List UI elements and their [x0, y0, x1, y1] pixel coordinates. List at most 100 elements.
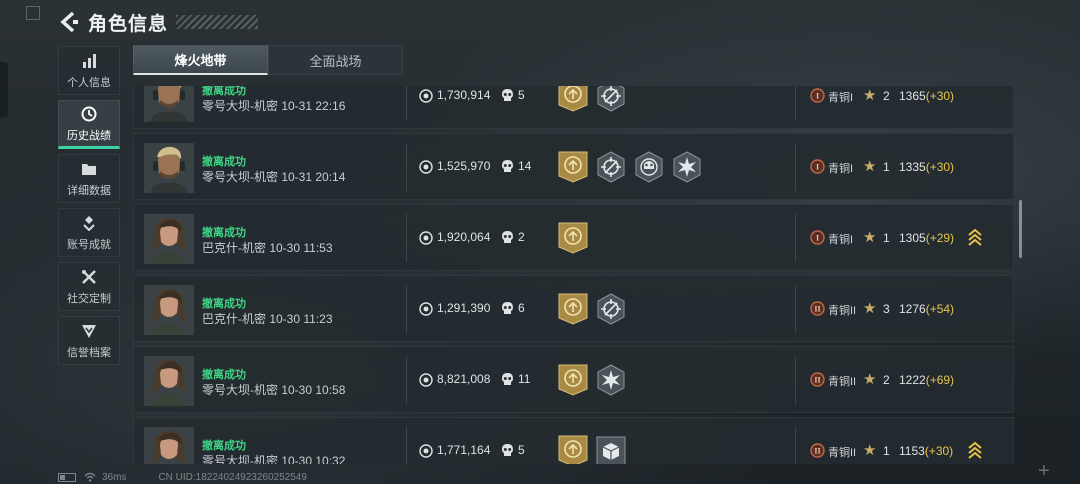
skull-icon: [501, 230, 514, 245]
column-divider: [406, 356, 407, 404]
extracted-value: 1,525,970: [437, 159, 491, 173]
ping-text: 36ms: [102, 471, 127, 483]
star-icon: ★: [863, 158, 877, 175]
column-divider: [406, 214, 407, 262]
rank-icon: I: [810, 88, 825, 103]
match-record-row[interactable]: 撤离成功 零号大坝-机密 10-31 20:14 1,525,970 14 I 青铜I ★ 1…: [133, 133, 1014, 200]
scrollbar[interactable]: [1019, 200, 1022, 258]
svg-text:II: II: [814, 305, 820, 314]
page-header: 角色信息: [56, 6, 259, 38]
column-divider: [795, 143, 796, 191]
extract-badge-icon[interactable]: [558, 222, 588, 254]
column-divider: [406, 285, 407, 333]
match-history-list[interactable]: 撤离成功 零号大坝-机密 10-31 22:16 1,730,914 5 I 青铜I ★ 2 1…: [133, 86, 1014, 464]
plus-icon[interactable]: +: [1038, 460, 1050, 483]
column-divider: [795, 285, 796, 333]
column-divider: [795, 356, 796, 404]
star-icon: ★: [863, 442, 877, 459]
rank-icon: II: [810, 443, 825, 458]
medal-badges: [558, 151, 710, 183]
bar-chart-icon: [80, 52, 98, 70]
star-count: 2: [883, 373, 890, 387]
score-value: 1276: [899, 302, 926, 316]
crosshair-badge-icon[interactable]: [596, 151, 626, 183]
skull-icon: [501, 159, 514, 174]
sidebar-item-history[interactable]: 历史战绩: [58, 100, 120, 149]
skull-icon: [501, 301, 514, 316]
status-footer: 36ms CN UID:18224024923260252549: [58, 470, 307, 484]
extract-badge-icon[interactable]: [558, 364, 588, 396]
shield-icon: [80, 322, 98, 340]
column-divider: [795, 86, 796, 120]
operator-avatar: [144, 427, 194, 464]
extract-badge-icon[interactable]: [558, 293, 588, 325]
sidebar-item-label: 信誉档案: [67, 346, 111, 359]
column-divider: [795, 214, 796, 262]
rank-label: 青铜II: [828, 447, 857, 459]
skull-badge-icon[interactable]: [634, 151, 664, 183]
burst-badge-icon[interactable]: [672, 151, 702, 183]
rank-score: 1305(+29): [899, 231, 954, 245]
cargo-badge-icon[interactable]: [596, 435, 626, 464]
crosshair-badge-icon[interactable]: [596, 86, 626, 112]
kill-count: 2: [518, 230, 525, 244]
title-decoration: [176, 15, 259, 29]
svg-text:I: I: [816, 92, 819, 101]
value-coin-icon: [419, 160, 433, 174]
edge-handle[interactable]: [0, 62, 8, 118]
crosshair-badge-icon[interactable]: [596, 293, 626, 325]
tab-full-battlefield[interactable]: 全面战场: [268, 45, 403, 75]
match-record-row[interactable]: 撤离成功 巴克什-机密 10-30 11:53 1,920,064 2 I 青铜I ★ 1 13…: [133, 204, 1014, 271]
rank-score: 1153(+30): [899, 444, 953, 458]
rank-score: 1365(+30): [899, 89, 954, 103]
extract-badge-icon[interactable]: [558, 86, 588, 112]
rank-icon: II: [810, 301, 825, 316]
svg-text:II: II: [814, 376, 820, 385]
match-record-row[interactable]: 撤离成功 零号大坝-机密 10-31 22:16 1,730,914 5 I 青铜I ★ 2 1…: [133, 86, 1014, 129]
extracted-value: 1,920,064: [437, 230, 491, 244]
corner-mark: [26, 6, 40, 20]
svg-text:II: II: [814, 447, 820, 456]
wifi-icon: [84, 472, 96, 482]
map-and-time: 零号大坝-机密 10-30 10:32: [202, 454, 346, 464]
rank-up-chevron-icon: [967, 227, 983, 247]
sidebar: 个人信息 历史战绩 详细数据 账号成就 社交定制 信誉档案: [58, 46, 120, 370]
tab-hazard-zone[interactable]: 烽火地带: [133, 45, 268, 75]
mode-tabs: 烽火地带 全面战场: [133, 45, 403, 75]
medal-badges: [558, 222, 596, 254]
skull-icon: [501, 88, 514, 103]
sidebar-item-achievements[interactable]: 账号成就: [58, 208, 120, 257]
map-and-time: 巴克什-机密 10-30 11:23: [202, 312, 333, 326]
rank-label: 青铜II: [828, 305, 857, 317]
score-delta: (+69): [925, 373, 955, 387]
tools-icon: [80, 268, 98, 286]
value-coin-icon: [419, 373, 433, 387]
extract-badge-icon[interactable]: [558, 435, 588, 464]
match-record-row[interactable]: 撤离成功 零号大坝-机密 10-30 10:32 1,771,164 5 II 青铜II ★…: [133, 417, 1014, 464]
score-delta: (+54): [925, 302, 955, 316]
sidebar-item-label: 账号成就: [67, 238, 111, 251]
map-and-time: 零号大坝-机密 10-31 20:14: [202, 170, 346, 184]
extracted-value: 1,730,914: [437, 88, 491, 102]
extraction-status: 撤离成功: [202, 227, 246, 239]
back-button[interactable]: [56, 9, 82, 35]
sidebar-item-details[interactable]: 详细数据: [58, 154, 120, 203]
match-record-row[interactable]: 撤离成功 巴克什-机密 10-30 11:23 1,291,390 6 II 青铜II ★ 3…: [133, 275, 1014, 342]
kill-count: 6: [518, 301, 525, 315]
value-coin-icon: [419, 89, 433, 103]
uid-text: CN UID:18224024923260252549: [158, 471, 307, 483]
extract-badge-icon[interactable]: [558, 151, 588, 183]
sidebar-item-credit[interactable]: 信誉档案: [58, 316, 120, 365]
star-count: 2: [883, 89, 890, 103]
folder-icon: [80, 160, 98, 178]
operator-avatar: [144, 285, 194, 335]
kill-count: 14: [518, 159, 532, 173]
rank-label: 青铜I: [828, 234, 854, 246]
operator-avatar: [144, 86, 194, 122]
svg-text:I: I: [816, 234, 819, 243]
sidebar-item-social[interactable]: 社交定制: [58, 262, 120, 311]
extraction-status: 撤离成功: [202, 369, 246, 381]
burst-badge-icon[interactable]: [596, 364, 626, 396]
sidebar-item-profile[interactable]: 个人信息: [58, 46, 120, 95]
match-record-row[interactable]: 撤离成功 零号大坝-机密 10-30 10:58 8,821,008 11 II 青铜II…: [133, 346, 1014, 413]
